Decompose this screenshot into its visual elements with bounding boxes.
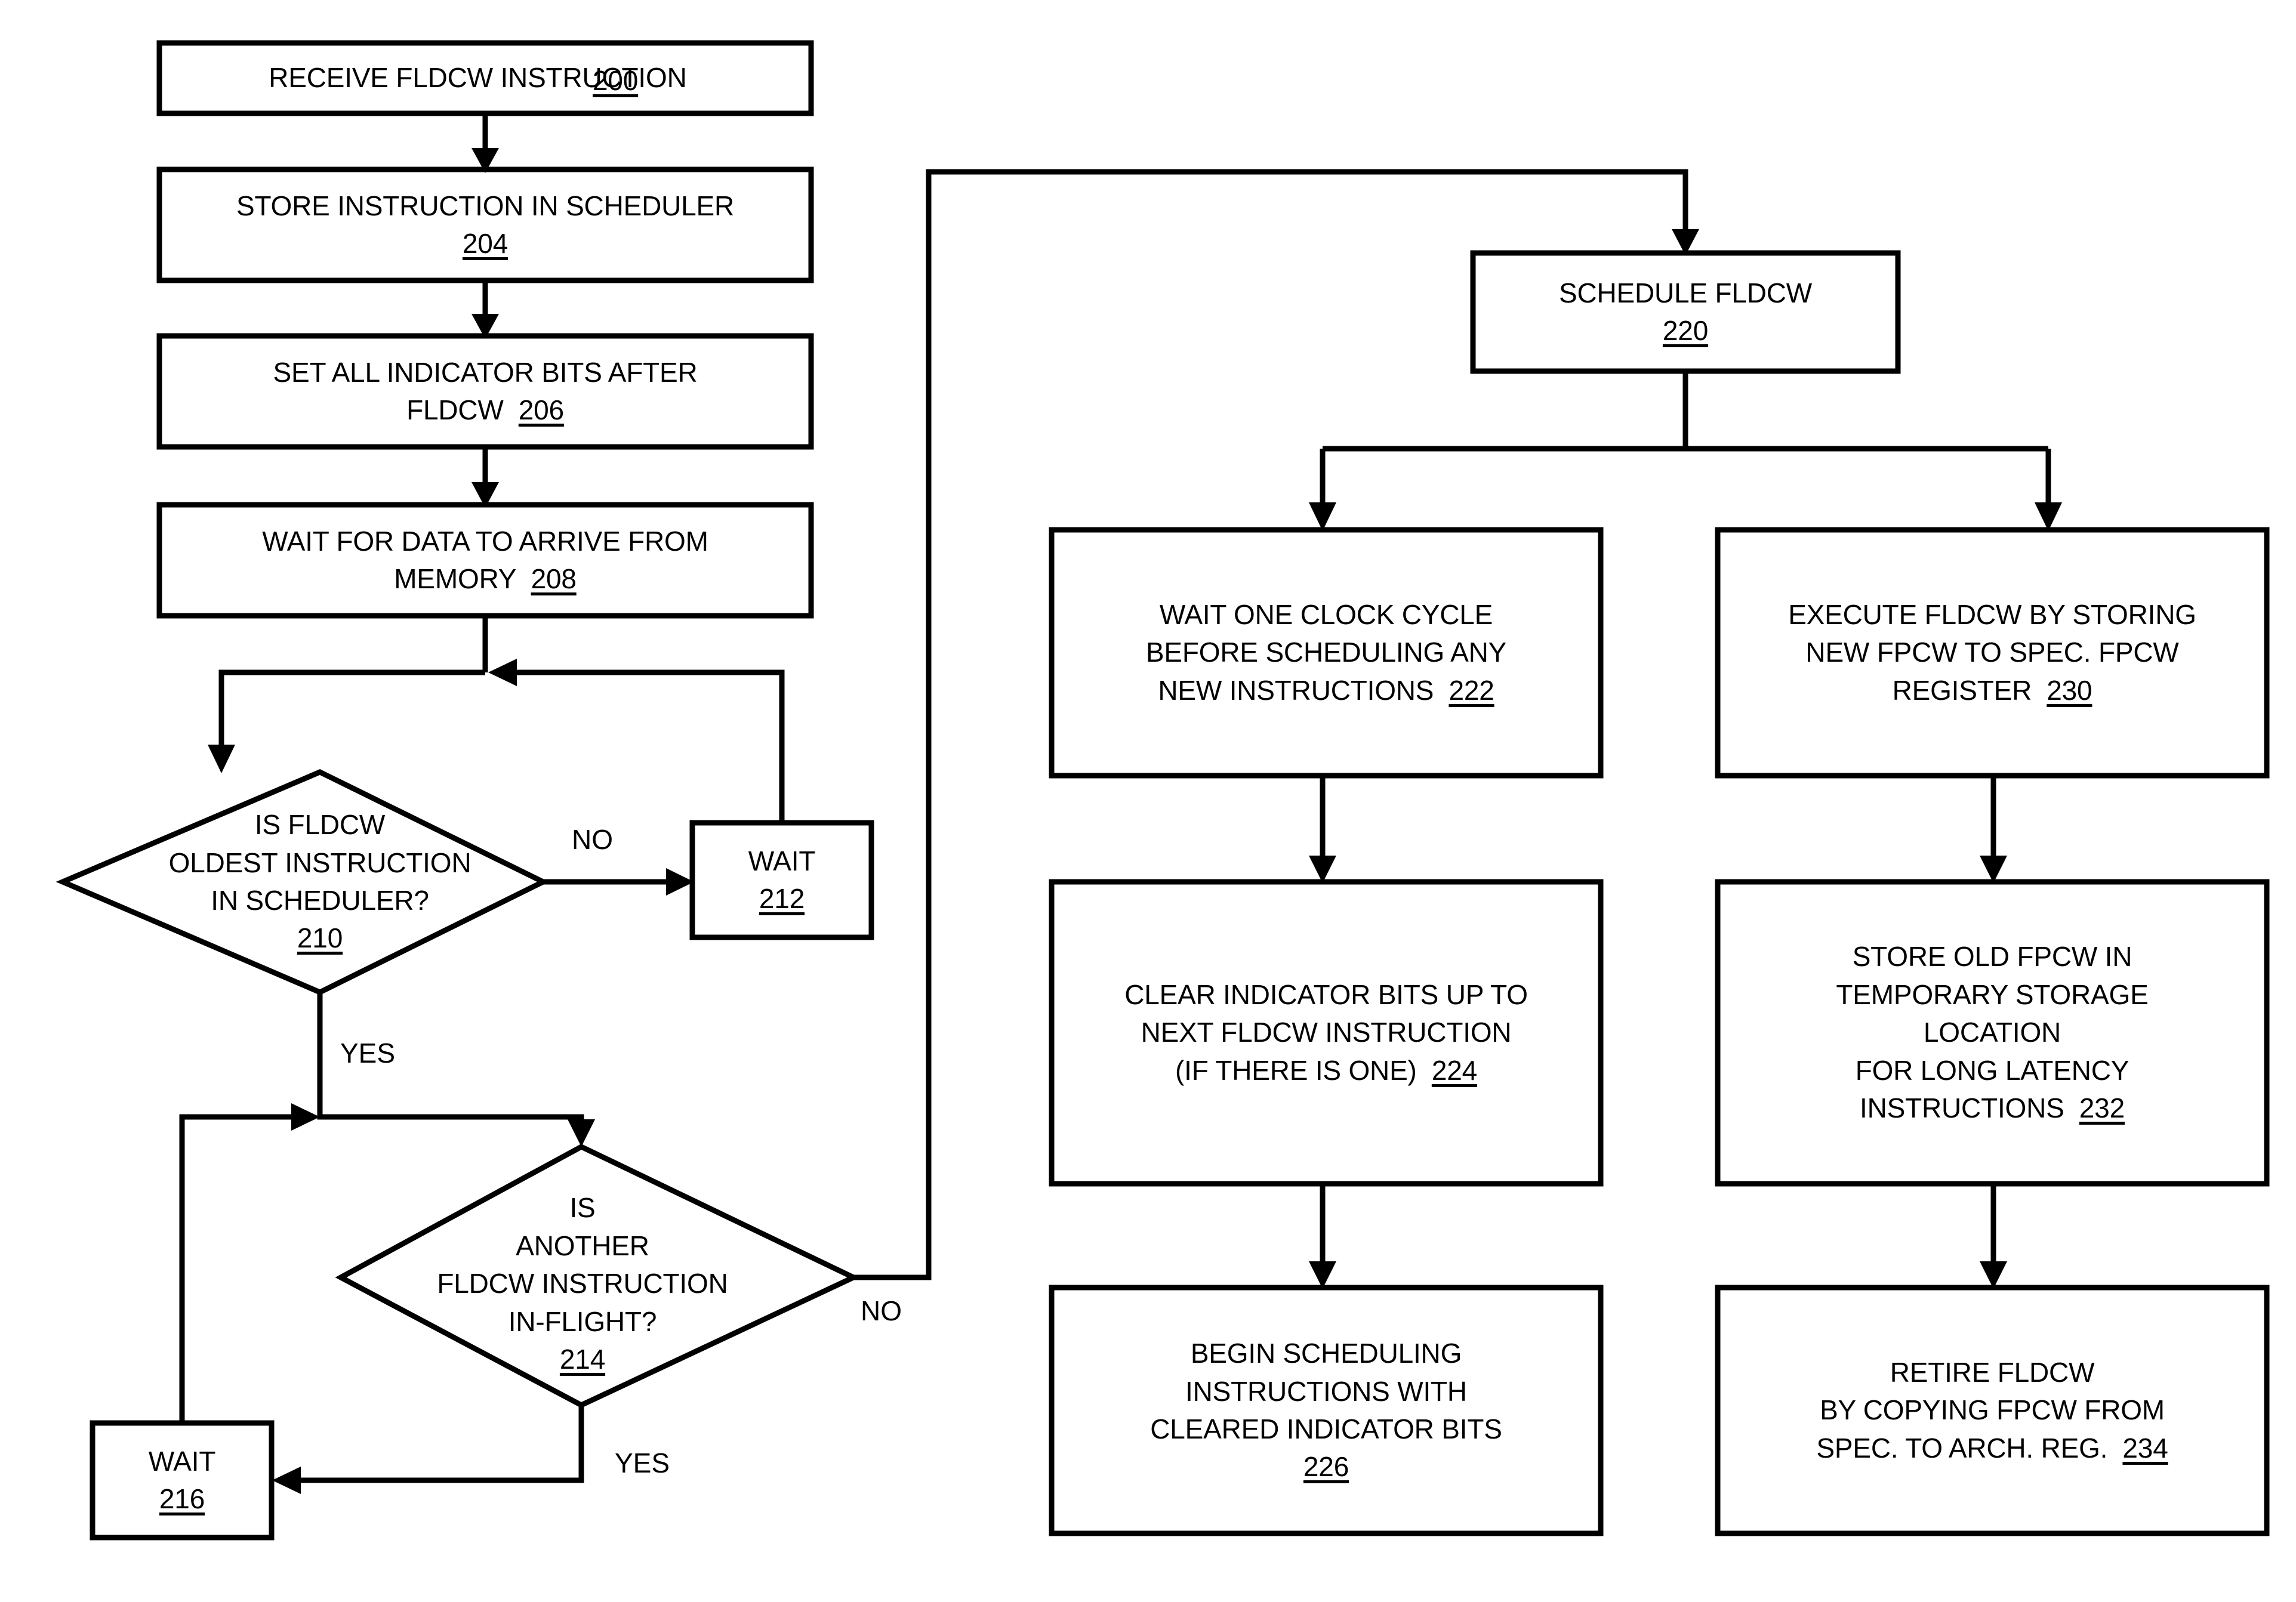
edge-label-no-214: NO (861, 1295, 902, 1326)
edge-label-yes-210: YES (340, 1038, 396, 1069)
edge-210-no-to-212 (543, 868, 694, 896)
node-230-shape (1715, 527, 2270, 779)
node-214-shape (335, 1143, 860, 1409)
node-212-shape (689, 820, 874, 940)
edge-232-to-234 (1980, 1184, 2007, 1289)
node-216-shape (90, 1420, 275, 1541)
node-222-shape (1049, 527, 1604, 779)
node-232-shape (1715, 879, 2270, 1187)
edge-label-no-210: NO (572, 824, 613, 855)
node-208-shape (156, 502, 814, 619)
edge-212-back-to-210 (488, 659, 785, 823)
edge-220-split (1309, 371, 2062, 531)
flowchart-canvas: RECEIVE FLDCW INSTRUCTION 200 STORE INST… (0, 0, 2296, 1602)
node-200-shape (156, 40, 814, 116)
edge-204-to-206 (471, 280, 499, 339)
edge-224-to-226 (1309, 1184, 1336, 1289)
edge-206-to-208 (471, 447, 499, 508)
flowchart-svg (56, 40, 2270, 1541)
node-224-shape (1049, 879, 1604, 1187)
edge-210-yes-to-214 (317, 992, 595, 1147)
edge-230-to-232 (1980, 776, 2007, 883)
node-226-shape (1049, 1285, 1604, 1536)
edge-214-yes-to-216 (272, 1405, 584, 1494)
edge-208-to-210 (208, 616, 488, 773)
node-220-shape (1470, 250, 1901, 374)
edge-222-to-224 (1309, 776, 1336, 883)
edge-216-back-to-214-entry (179, 1103, 320, 1423)
edge-200-to-204 (471, 113, 499, 173)
edge-label-yes-214: YES (615, 1447, 670, 1478)
node-206-shape (156, 333, 814, 450)
node-204-shape (156, 166, 814, 283)
node-210-shape (56, 769, 550, 995)
node-234-shape (1715, 1285, 2270, 1536)
